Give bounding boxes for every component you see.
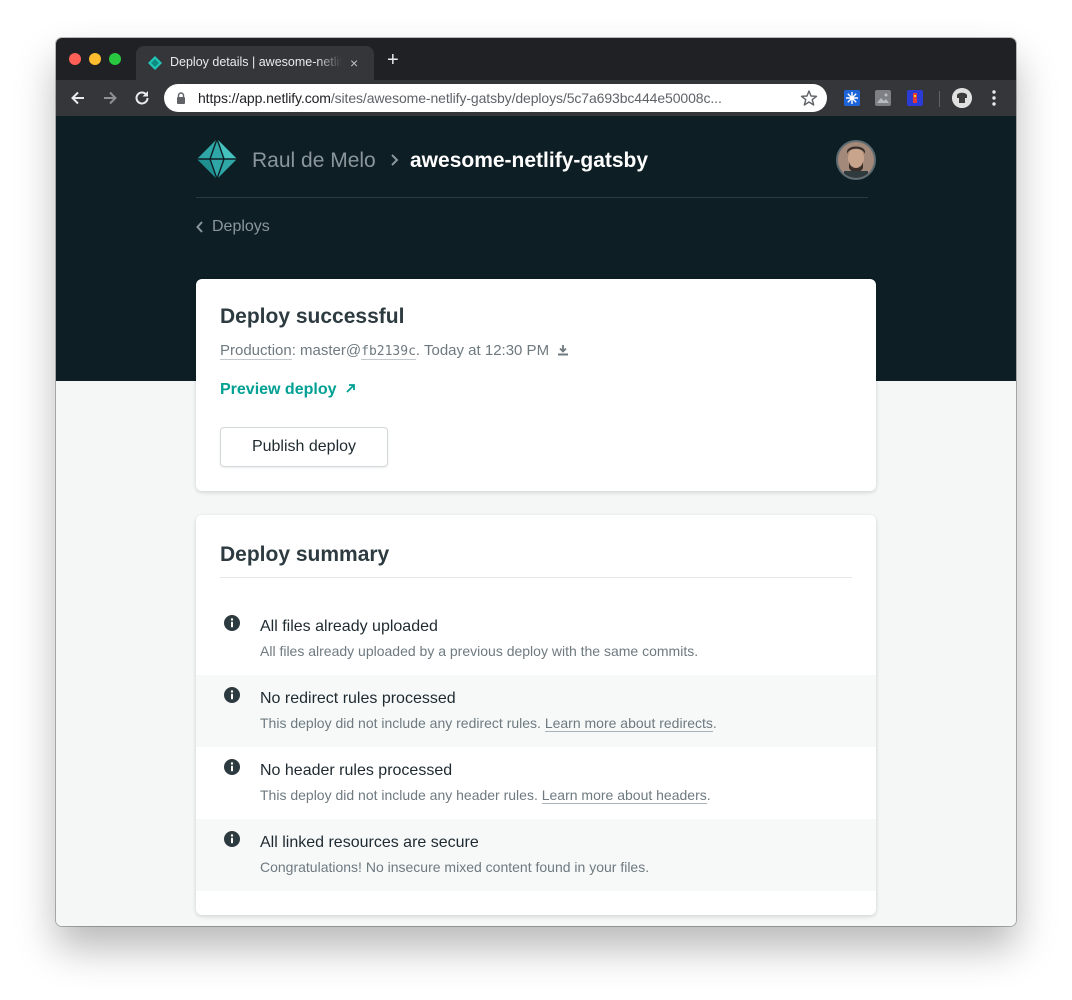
browser-menu-icon[interactable] [990,89,998,107]
forward-arrow-icon[interactable] [101,89,119,107]
back-arrow-icon[interactable] [69,89,87,107]
netlify-favicon-icon [148,56,162,70]
summary-item-desc-text: This deploy did not include any header r… [260,787,542,803]
breadcrumb-team[interactable]: Raul de Melo [252,149,376,173]
tab-strip: Deploy details | awesome-netlify-gatsby … [56,38,1016,80]
deploy-context: Production [220,342,292,360]
deploy-time: . Today at 12:30 PM [415,342,550,359]
tab-title: Deploy details | awesome-netlify-gatsby [170,55,342,69]
learn-more-headers-link[interactable]: Learn more about headers [541,787,707,804]
learn-more-redirects-link[interactable]: Learn more about redirects [544,715,713,732]
url-path: /sites/awesome-netlify-gatsby/deploys/5c… [330,90,722,106]
summary-item-desc-end: . [706,787,711,803]
address-bar[interactable]: https://app.netlify.com/sites/awesome-ne… [164,84,827,112]
profile-avatar-icon[interactable] [952,88,972,108]
window-close-button[interactable] [69,53,81,65]
deploy-meta: Production: master@fb2139c. Today at 12:… [220,342,569,360]
browser-toolbar: https://app.netlify.com/sites/awesome-ne… [56,80,1016,116]
summary-item-title: No redirect rules processed [260,690,456,707]
deploy-status-card: Deploy successful Production: master@fb2… [196,279,876,491]
summary-item-desc-end: . [712,715,717,731]
summary-item-title: All linked resources are secure [260,834,479,851]
summary-item-desc-text: Congratulations! No insecure mixed conte… [260,859,650,875]
publish-deploy-button[interactable]: Publish deploy [220,427,388,467]
reload-icon[interactable] [133,89,151,107]
summary-item: No header rules processed This deploy di… [196,747,876,819]
extension-snowflake-icon[interactable] [844,90,860,106]
deploy-summary-title: Deploy summary [220,543,390,566]
summary-item-desc: All files already uploaded by a previous… [260,643,698,659]
summary-item: All linked resources are secure Congratu… [196,819,876,891]
preview-deploy-label: Preview deploy [220,381,337,398]
summary-item-desc: This deploy did not include any header r… [260,787,711,804]
info-icon [224,615,240,631]
summary-item-title: No header rules processed [260,762,453,779]
summary-item-title: All files already uploaded [260,618,438,635]
external-link-arrow-icon [345,384,355,393]
summary-item-desc: This deploy did not include any redirect… [260,715,717,732]
back-link-label: Deploys [212,218,270,235]
preview-deploy-link[interactable]: Preview deploy [220,381,356,399]
chevron-left-icon [196,221,203,233]
url-text: https://app.netlify.com/sites/awesome-ne… [198,90,722,106]
browser-window: Deploy details | awesome-netlify-gatsby … [56,38,1016,926]
summary-item-desc-text: All files already uploaded by a previous… [260,643,699,659]
summary-item: All files already uploaded All files alr… [196,603,876,675]
deploy-status-title: Deploy successful [220,305,405,328]
extension-image-icon[interactable] [875,90,891,106]
deploy-branch: : master@ [291,342,362,359]
window-maximize-button[interactable] [109,53,121,65]
toolbar-separator [939,91,940,107]
breadcrumb-chevron-icon [391,154,399,166]
bookmark-star-icon[interactable] [800,89,818,107]
page-content: Raul de Melo awesome-netlify-gatsby Depl… [56,116,1016,926]
breadcrumb-site[interactable]: awesome-netlify-gatsby [410,149,648,173]
user-avatar[interactable] [836,140,876,180]
new-tab-button[interactable]: + [387,50,399,70]
download-icon[interactable] [557,344,569,356]
browser-tab[interactable]: Deploy details | awesome-netlify-gatsby … [136,46,374,80]
tab-close-icon[interactable]: × [350,54,358,72]
summary-item-desc: Congratulations! No insecure mixed conte… [260,859,649,875]
commit-sha-link[interactable]: fb2139c [361,344,416,360]
deploy-summary-card: Deploy summary All files already uploade… [196,515,876,915]
summary-item: No redirect rules processed This deploy … [196,675,876,747]
summary-list: All files already uploaded All files alr… [196,603,876,891]
window-minimize-button[interactable] [89,53,101,65]
info-icon [224,687,240,703]
url-host: https://app.netlify.com [198,90,331,106]
info-icon [224,831,240,847]
summary-divider [220,577,852,578]
lock-icon [177,92,185,104]
extension-figure-icon[interactable] [907,90,923,106]
summary-item-desc-text: This deploy did not include any redirect… [260,715,545,731]
info-icon [224,759,240,775]
netlify-logo-icon[interactable] [196,138,238,180]
header-divider [196,197,868,198]
